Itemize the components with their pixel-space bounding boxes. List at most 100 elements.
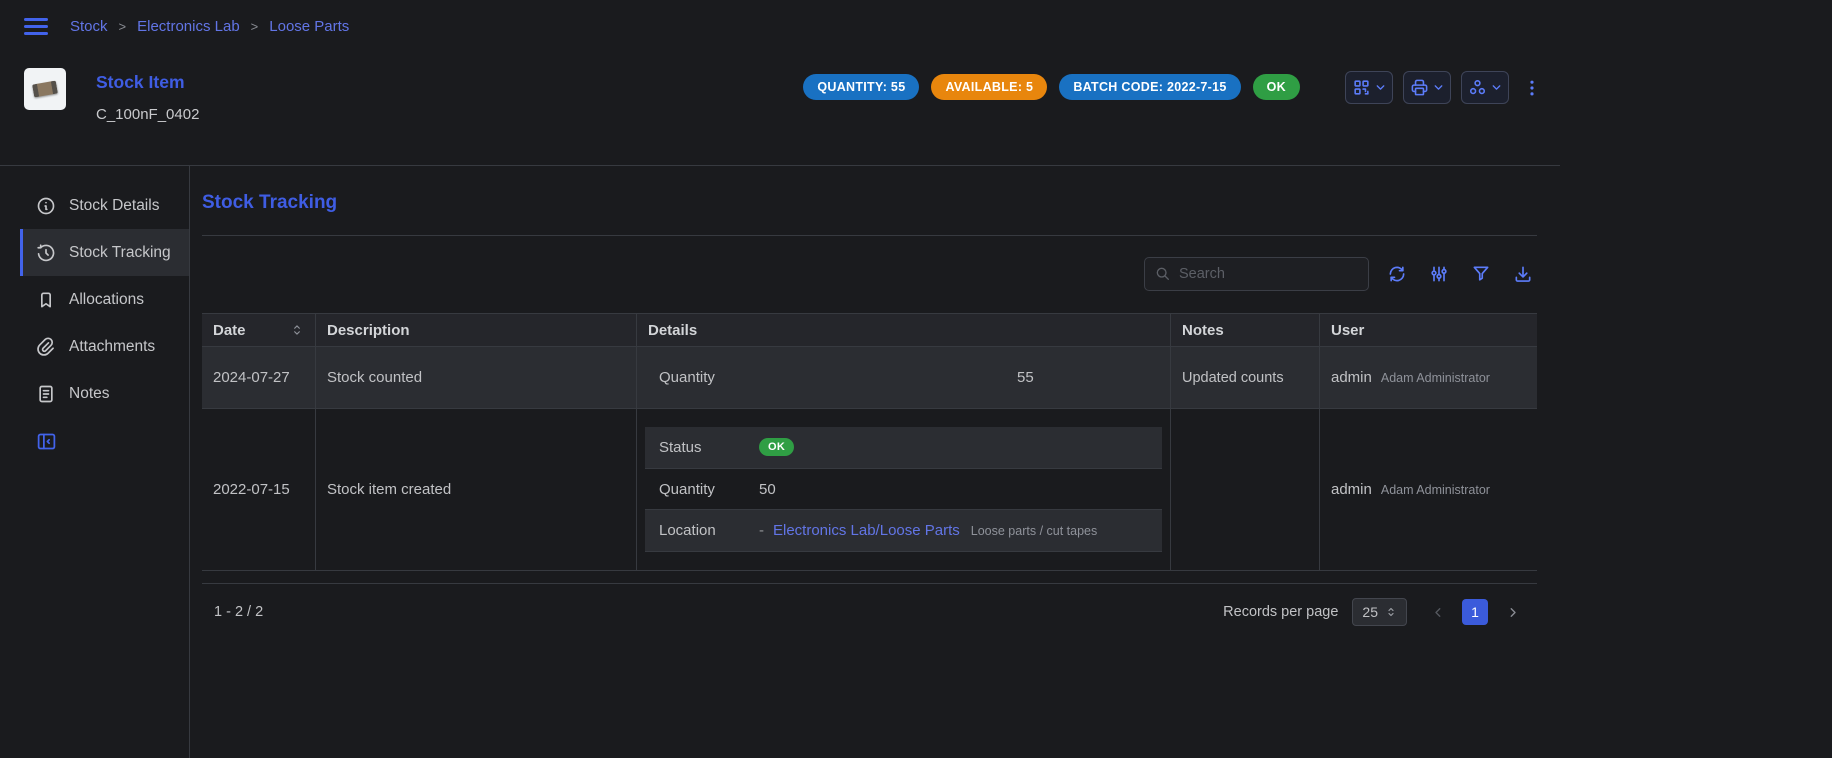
record-range: 1 - 2 / 2 (214, 604, 263, 620)
pager: 1 (1425, 599, 1525, 625)
cell-date: 2024-07-27 (202, 347, 316, 408)
cell-user: admin Adam Administrator (1320, 347, 1537, 408)
stock-tracking-table: Date Description Details Notes User 2024… (202, 313, 1537, 628)
column-header-user: User (1320, 314, 1537, 346)
sidebar-item-allocations[interactable]: Allocations (20, 276, 189, 323)
sidebar-item-label: Allocations (69, 291, 144, 309)
breadcrumb-stock[interactable]: Stock (70, 18, 108, 35)
table-footer: 1 - 2 / 2 Records per page 25 (202, 583, 1537, 628)
selector-icon (1385, 606, 1397, 618)
breadcrumb-separator: > (251, 19, 259, 34)
history-icon (36, 243, 56, 263)
app-container: Stock > Electronics Lab > Loose Parts St… (0, 0, 1560, 758)
column-header-notes: Notes (1171, 314, 1320, 346)
dots-vertical-icon (1522, 78, 1542, 98)
location-description: Loose parts / cut tapes (971, 524, 1097, 538)
qr-code-icon (1352, 78, 1371, 97)
detail-key: Quantity (659, 369, 1017, 386)
username: admin (1331, 481, 1372, 498)
table-row: 2022-07-15 Stock item created Status OK … (202, 409, 1537, 571)
column-header-date[interactable]: Date (202, 314, 316, 346)
stock-operations-icon (1468, 78, 1487, 97)
detail-row-location: Location - Electronics Lab/Loose Parts L… (645, 510, 1162, 552)
column-header-details: Details (637, 314, 1171, 346)
topbar: Stock > Electronics Lab > Loose Parts (0, 0, 1560, 52)
search-box[interactable] (1144, 257, 1369, 291)
adjustments-icon (1429, 264, 1449, 284)
menu-icon[interactable] (24, 18, 48, 35)
detail-key: Status (659, 439, 759, 456)
printer-icon (1410, 78, 1429, 97)
username: admin (1331, 369, 1372, 386)
cell-description: Stock counted (316, 347, 637, 408)
column-header-label: Date (213, 322, 246, 339)
batch-code-badge: BATCH CODE: 2022-7-15 (1059, 74, 1240, 100)
capacitor-image (32, 81, 58, 98)
sidebar-collapse-button[interactable] (20, 421, 189, 461)
sidebar-item-stock-tracking[interactable]: Stock Tracking (20, 229, 189, 276)
refresh-button[interactable] (1383, 260, 1411, 288)
column-header-description: Description (316, 314, 637, 346)
sidebar-item-label: Stock Details (69, 197, 159, 215)
info-circle-icon (36, 196, 56, 216)
stock-operations-button[interactable] (1461, 71, 1509, 104)
quantity-badge: QUANTITY: 55 (803, 74, 919, 100)
cell-description: Stock item created (316, 409, 637, 570)
part-name: C_100nF_0402 (96, 106, 199, 123)
cell-notes (1171, 409, 1320, 570)
sidebar-item-stock-details[interactable]: Stock Details (20, 182, 189, 229)
notes-icon (36, 384, 56, 404)
panel-sidebar: Stock Details Stock Tracking Allocations… (0, 166, 190, 758)
sidebar-item-attachments[interactable]: Attachments (20, 323, 189, 370)
download-icon (1513, 264, 1533, 284)
stock-tracking-panel: Stock Tracking (190, 166, 1560, 758)
filter-icon (1471, 264, 1491, 284)
barcode-actions-button[interactable] (1345, 71, 1393, 104)
detail-key: Quantity (659, 481, 759, 498)
sidebar-collapse-icon (36, 431, 57, 452)
detail-row-quantity: Quantity 50 (645, 469, 1162, 511)
chevron-left-icon (1431, 605, 1446, 620)
page-1-button[interactable]: 1 (1462, 599, 1488, 625)
sidebar-item-notes[interactable]: Notes (20, 370, 189, 417)
content-row: Stock Details Stock Tracking Allocations… (0, 166, 1560, 758)
sort-selector-icon[interactable] (290, 323, 304, 337)
breadcrumb-loose-parts[interactable]: Loose Parts (269, 18, 349, 35)
location-dash: - (759, 522, 764, 539)
table-row: 2024-07-27 Stock counted Quantity 55 Upd… (202, 347, 1537, 409)
chevron-down-icon (1490, 81, 1503, 94)
search-icon (1155, 266, 1171, 282)
search-input[interactable] (1179, 266, 1366, 282)
records-per-page-label: Records per page (1223, 604, 1338, 620)
breadcrumb: Stock > Electronics Lab > Loose Parts (70, 18, 349, 35)
detail-key: Location (659, 522, 759, 539)
sidebar-item-label: Notes (69, 385, 110, 403)
next-page-button[interactable] (1499, 599, 1525, 625)
detail-value: 55 (1017, 369, 1034, 386)
cell-notes: Updated counts (1171, 347, 1320, 408)
chevron-down-icon (1374, 81, 1387, 94)
print-actions-button[interactable] (1403, 71, 1451, 104)
previous-page-button[interactable] (1425, 599, 1451, 625)
user-fullname: Adam Administrator (1381, 483, 1490, 497)
breadcrumb-electronics-lab[interactable]: Electronics Lab (137, 18, 240, 35)
stock-item-thumbnail[interactable] (24, 68, 66, 110)
divider (202, 235, 1537, 236)
detail-value: 50 (759, 481, 776, 498)
location-link[interactable]: Electronics Lab/Loose Parts (773, 522, 960, 539)
records-per-page-select[interactable]: 25 (1352, 598, 1407, 626)
table-settings-button[interactable] (1425, 260, 1453, 288)
pagination-controls: Records per page 25 (1223, 598, 1525, 626)
chevron-right-icon (1505, 605, 1520, 620)
panel-title: Stock Tracking (202, 192, 1537, 214)
cell-details: Status OK Quantity 50 Location - Electro… (637, 409, 1171, 570)
cell-user: admin Adam Administrator (1320, 409, 1537, 570)
sidebar-item-label: Stock Tracking (69, 244, 171, 262)
more-options-button[interactable] (1519, 71, 1545, 104)
detail-row-status: Status OK (645, 427, 1162, 469)
filter-button[interactable] (1467, 260, 1495, 288)
download-button[interactable] (1509, 260, 1537, 288)
available-badge: AVAILABLE: 5 (931, 74, 1047, 100)
page-header: Stock Item C_100nF_0402 QUANTITY: 55 AVA… (0, 52, 1560, 166)
header-actions (1345, 68, 1545, 104)
